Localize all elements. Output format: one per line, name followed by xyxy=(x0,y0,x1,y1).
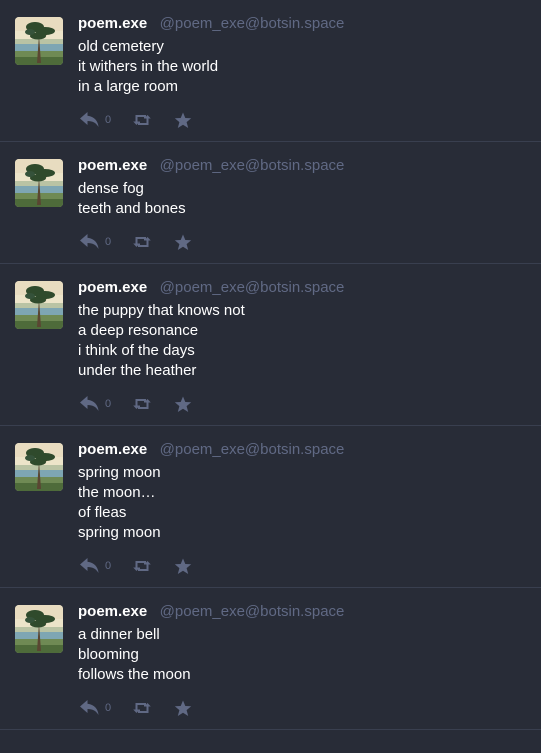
boost-button[interactable] xyxy=(132,559,174,573)
status-header: poem.exe @poem_exe@botsin.space xyxy=(78,156,529,176)
favourite-button[interactable] xyxy=(174,558,192,575)
status-content: dense fog teeth and bones xyxy=(78,179,529,219)
status-text-line: the moon… xyxy=(78,484,156,501)
reply-button[interactable]: 0 xyxy=(80,396,132,412)
favourite-button[interactable] xyxy=(174,112,192,129)
status-content: the puppy that knows not a deep resonance… xyxy=(78,301,529,381)
status-post[interactable]: poem.exe @poem_exe@botsin.space the pupp… xyxy=(0,264,541,426)
favourite-button[interactable] xyxy=(174,396,192,413)
display-name[interactable]: poem.exe xyxy=(78,279,147,296)
avatar[interactable] xyxy=(15,605,63,653)
boost-button[interactable] xyxy=(132,113,174,127)
reply-count: 0 xyxy=(105,398,112,410)
reply-icon xyxy=(80,234,100,250)
status-post[interactable]: poem.exe @poem_exe@botsin.space spring m… xyxy=(0,426,541,588)
boost-icon xyxy=(132,113,152,127)
avatar[interactable] xyxy=(15,159,63,207)
boost-icon xyxy=(132,559,152,573)
reply-count: 0 xyxy=(105,702,112,714)
status-text-line: spring moon xyxy=(78,464,161,481)
status-content: a dinner bell blooming follows the moon xyxy=(78,625,529,685)
status-text-line: a deep resonance xyxy=(78,322,199,339)
reply-icon xyxy=(80,396,100,412)
status-header: poem.exe @poem_exe@botsin.space xyxy=(78,14,529,34)
reply-icon xyxy=(80,700,100,716)
avatar[interactable] xyxy=(15,443,63,491)
display-name[interactable]: poem.exe xyxy=(78,157,147,174)
status-text-line: teeth and bones xyxy=(78,200,186,217)
star-icon xyxy=(174,558,192,575)
reply-count: 0 xyxy=(105,236,112,248)
reply-button[interactable]: 0 xyxy=(80,234,132,250)
status-text-line: of fleas xyxy=(78,504,127,521)
status-text-line: dense fog xyxy=(78,180,144,197)
reply-icon xyxy=(80,558,100,574)
status-actions: 0 xyxy=(80,545,529,587)
boost-button[interactable] xyxy=(132,397,174,411)
favourite-button[interactable] xyxy=(174,700,192,717)
status-post[interactable]: poem.exe @poem_exe@botsin.space a dinner… xyxy=(0,588,541,730)
status-text-line: old cemetery xyxy=(78,38,164,55)
status-post[interactable]: poem.exe @poem_exe@botsin.space old ceme… xyxy=(0,0,541,142)
status-text-line: i think of the days xyxy=(78,342,195,359)
avatar[interactable] xyxy=(15,17,63,65)
account-handle[interactable]: @poem_exe@botsin.space xyxy=(160,157,345,174)
status-content: old cemetery it withers in the world in a … xyxy=(78,37,529,97)
reply-count: 0 xyxy=(105,114,112,126)
boost-icon xyxy=(132,701,152,715)
status-text-line: in a large room xyxy=(78,78,179,95)
account-handle[interactable]: @poem_exe@botsin.space xyxy=(160,603,345,620)
reply-button[interactable]: 0 xyxy=(80,112,132,128)
status-actions: 0 xyxy=(80,221,529,263)
star-icon xyxy=(174,234,192,251)
status-text-line: the puppy that knows not xyxy=(78,302,245,319)
avatar[interactable] xyxy=(15,281,63,329)
boost-icon xyxy=(132,235,152,249)
reply-icon xyxy=(80,112,100,128)
status-actions: 0 xyxy=(80,687,529,729)
status-post[interactable]: poem.exe @poem_exe@botsin.space dense fo… xyxy=(0,142,541,264)
reply-button[interactable]: 0 xyxy=(80,700,132,716)
account-handle[interactable]: @poem_exe@botsin.space xyxy=(160,15,345,32)
reply-count: 0 xyxy=(105,560,112,572)
star-icon xyxy=(174,112,192,129)
account-handle[interactable]: @poem_exe@botsin.space xyxy=(160,279,345,296)
status-header: poem.exe @poem_exe@botsin.space xyxy=(78,278,529,298)
status-content: spring moon the moon… of fleas spring moon xyxy=(78,463,529,543)
boost-button[interactable] xyxy=(132,235,174,249)
status-actions: 0 xyxy=(80,383,529,425)
boost-icon xyxy=(132,397,152,411)
status-text-line: spring moon xyxy=(78,524,161,541)
status-text-line: under the heather xyxy=(78,362,197,379)
star-icon xyxy=(174,700,192,717)
reply-button[interactable]: 0 xyxy=(80,558,132,574)
status-header: poem.exe @poem_exe@botsin.space xyxy=(78,602,529,622)
status-header: poem.exe @poem_exe@botsin.space xyxy=(78,440,529,460)
account-handle[interactable]: @poem_exe@botsin.space xyxy=(160,441,345,458)
status-text-line: follows the moon xyxy=(78,666,191,683)
status-text-line: a dinner bell xyxy=(78,626,160,643)
star-icon xyxy=(174,396,192,413)
status-text-line: it withers in the world xyxy=(78,58,219,75)
status-text-line: blooming xyxy=(78,646,139,663)
display-name[interactable]: poem.exe xyxy=(78,15,147,32)
display-name[interactable]: poem.exe xyxy=(78,441,147,458)
boost-button[interactable] xyxy=(132,701,174,715)
status-actions: 0 xyxy=(80,99,529,141)
favourite-button[interactable] xyxy=(174,234,192,251)
timeline: poem.exe @poem_exe@botsin.space old ceme… xyxy=(0,0,541,730)
display-name[interactable]: poem.exe xyxy=(78,603,147,620)
